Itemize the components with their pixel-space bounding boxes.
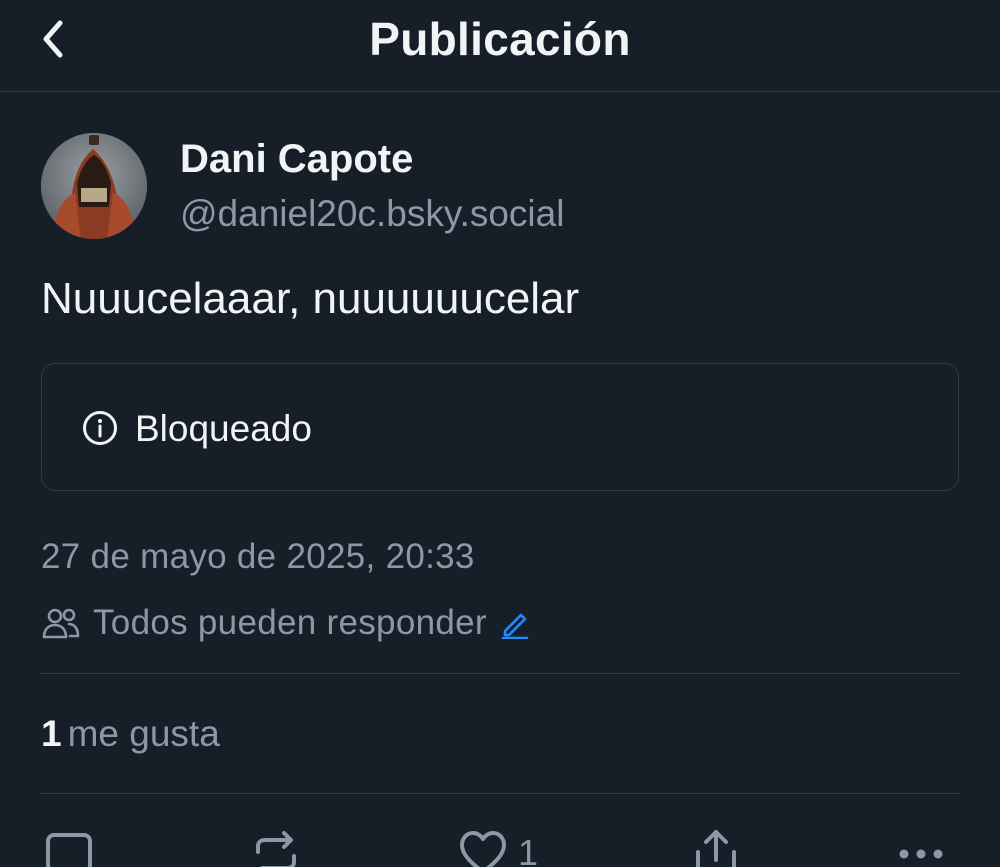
share-icon — [696, 830, 736, 867]
post-actions-bar: 1 — [0, 826, 1000, 867]
repost-icon — [256, 831, 296, 867]
divider — [41, 673, 959, 674]
reply-icon — [46, 833, 92, 867]
info-circle-icon — [83, 411, 117, 445]
author-display-name[interactable]: Dani Capote — [180, 137, 413, 182]
reply-button[interactable] — [45, 826, 93, 867]
likes-summary[interactable]: 1 me gusta — [41, 713, 220, 755]
post-author: Dani Capote @daniel20c.bsky.social — [41, 133, 961, 243]
avatar[interactable] — [41, 133, 147, 239]
blocked-embed-card: Bloqueado — [41, 363, 959, 491]
divider — [41, 793, 959, 794]
page-title: Publicación — [369, 13, 631, 65]
blocked-label: Bloqueado — [135, 408, 312, 449]
repost-button[interactable] — [252, 826, 300, 867]
top-bar: Publicación — [0, 0, 1000, 92]
post-timestamp: 27 de mayo de 2025, 20:33 — [41, 537, 475, 576]
like-count: 1 — [518, 832, 539, 867]
pencil-icon[interactable] — [499, 607, 531, 639]
more-icon — [899, 849, 943, 859]
likes-label: me gusta — [67, 713, 220, 754]
reply-setting-label: Todos pueden responder — [93, 603, 487, 642]
like-button[interactable]: 1 — [458, 826, 538, 867]
author-handle[interactable]: @daniel20c.bsky.social — [180, 193, 564, 235]
more-options-button[interactable] — [896, 826, 946, 867]
likes-count: 1 — [41, 713, 62, 754]
avatar-image — [41, 133, 147, 239]
reply-setting: Todos pueden responder — [41, 600, 531, 646]
like-icon — [460, 831, 506, 867]
post-text: Nuuucelaaar, nuuuuuucelar — [41, 274, 580, 323]
share-button[interactable] — [692, 826, 740, 867]
people-icon — [42, 608, 80, 639]
